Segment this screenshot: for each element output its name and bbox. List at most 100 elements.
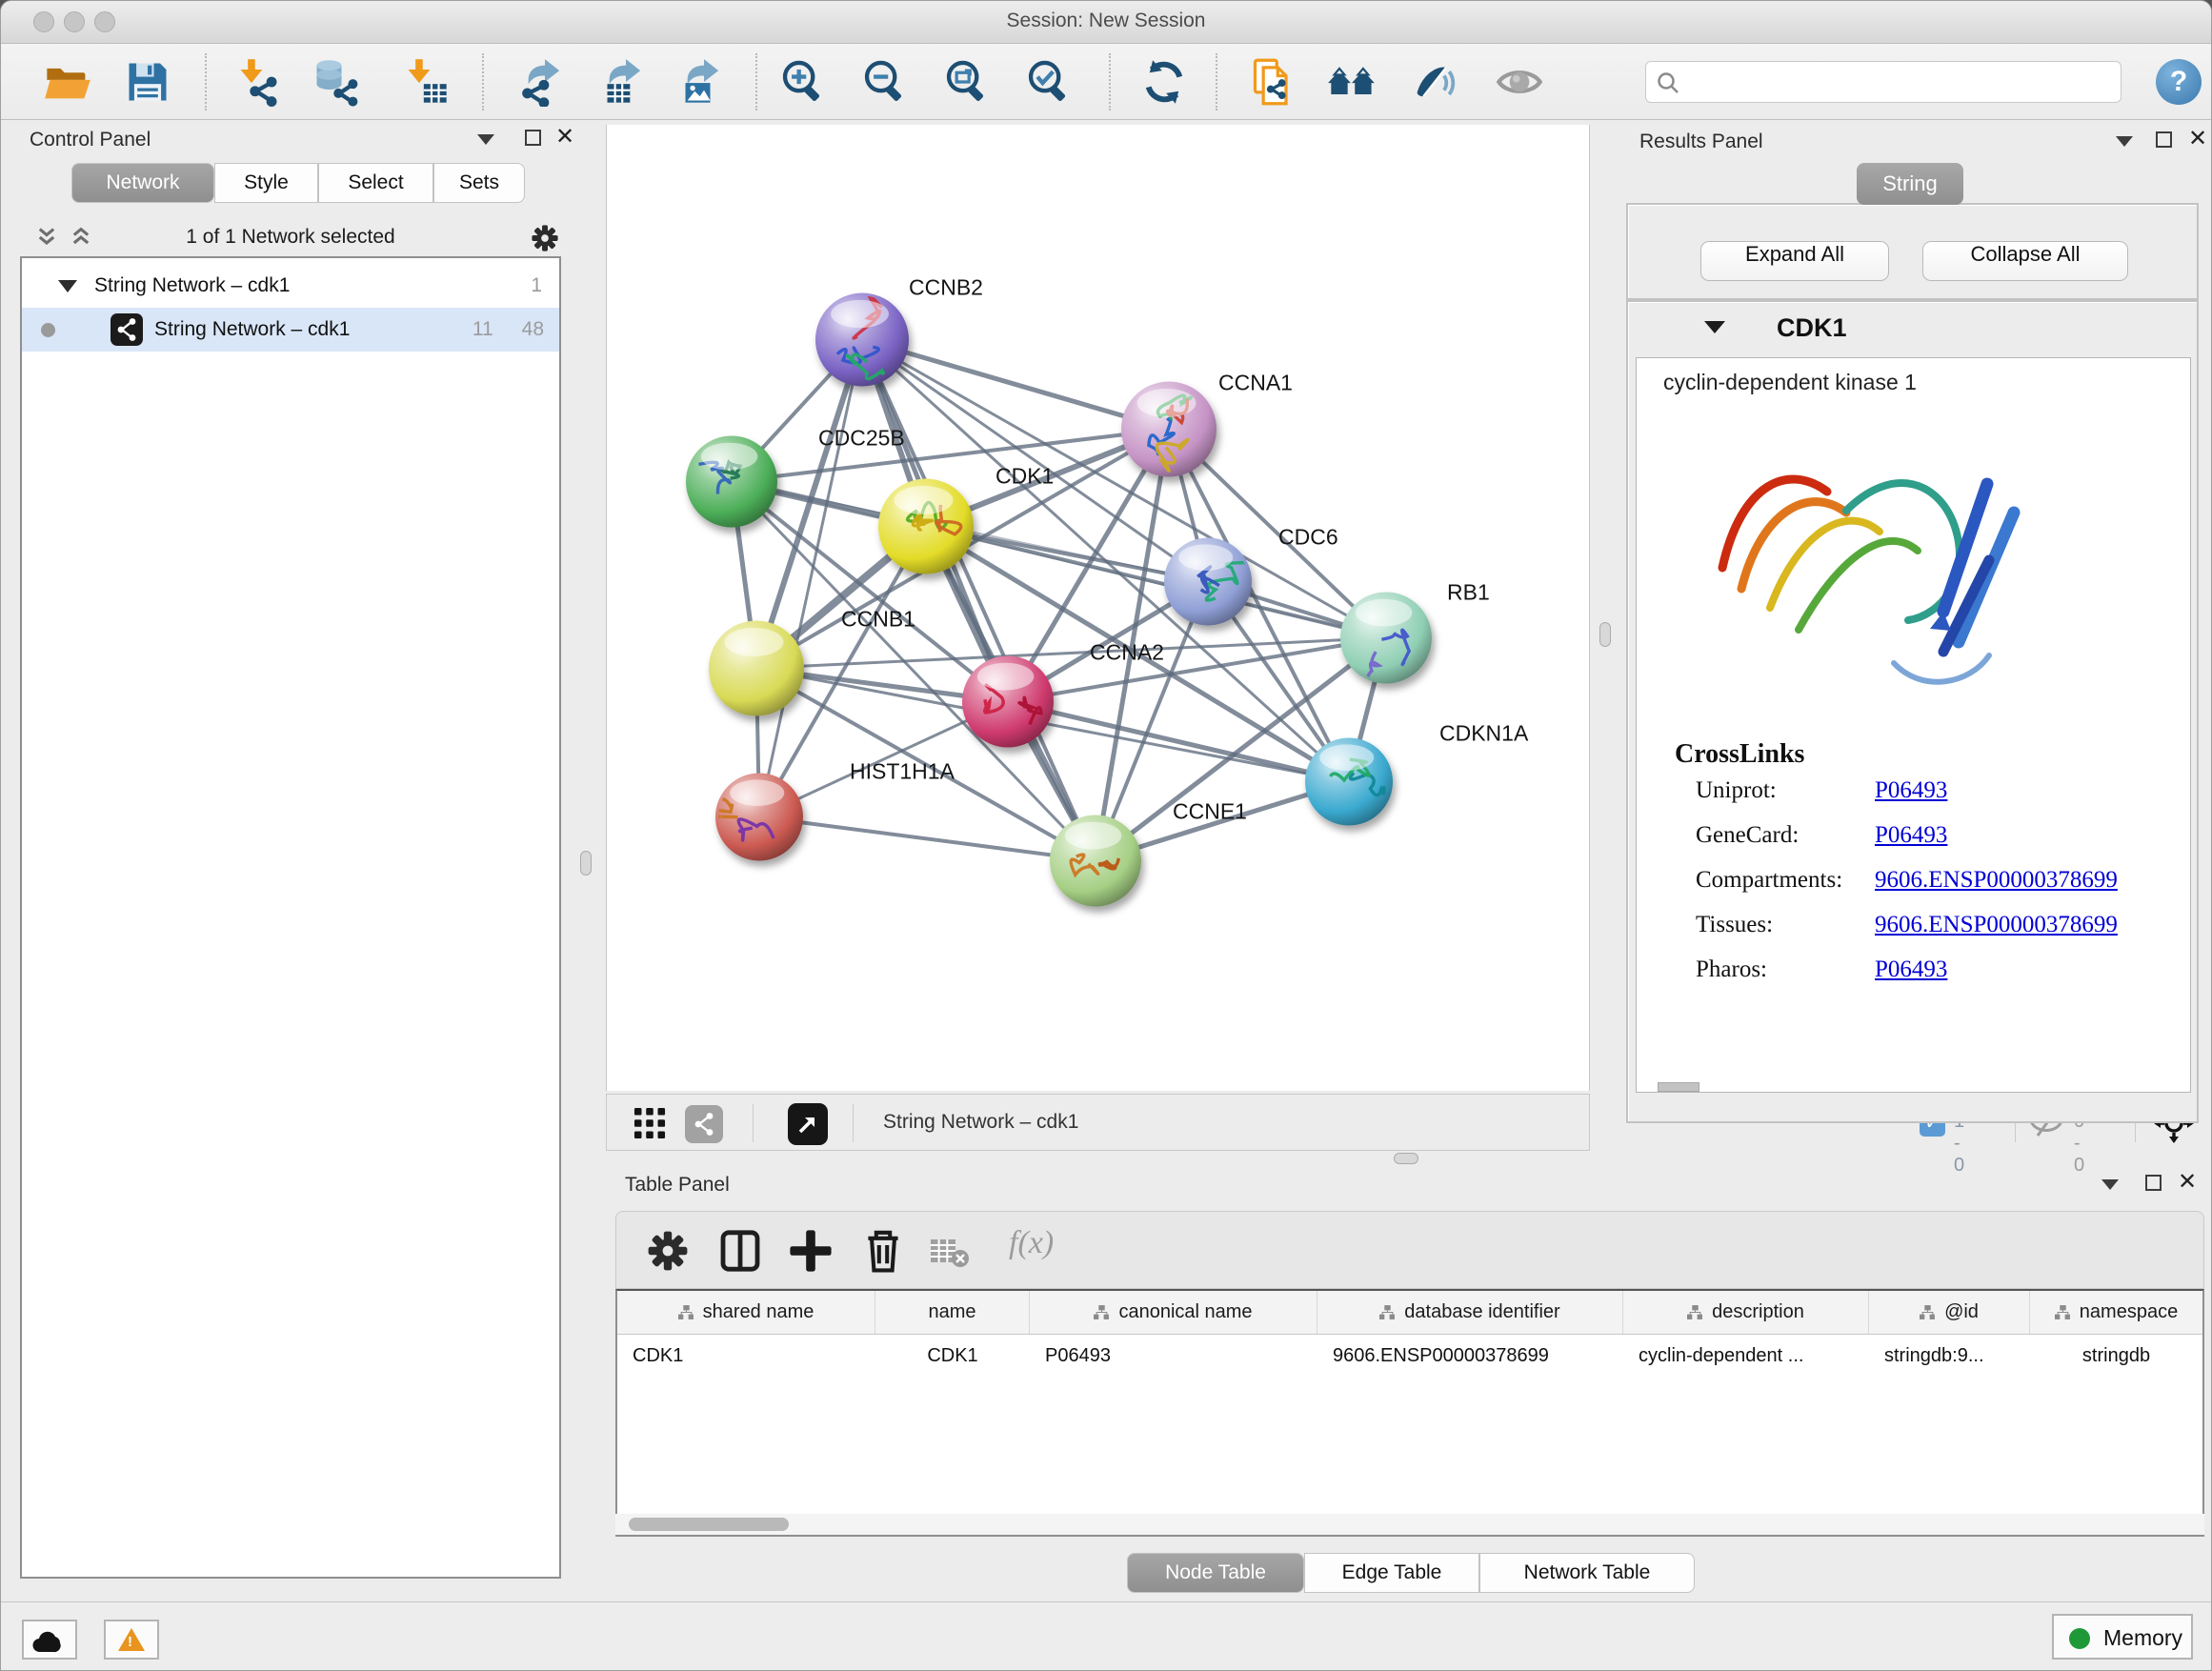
edge-CCNB2-CCNA1[interactable] [862,340,1169,430]
delete-table-icon[interactable] [929,1228,971,1274]
tab-style[interactable]: Style [214,163,318,203]
column-header-database-identifier[interactable]: database identifier [1317,1291,1623,1334]
add-column-icon[interactable] [788,1228,834,1274]
tab-select[interactable]: Select [318,163,433,203]
search-input[interactable] [1688,64,2107,98]
column-header-canonical-name[interactable]: canonical name [1030,1291,1317,1334]
node-CDKN1A[interactable]: CDKN1A [1305,721,1529,826]
import-network-from-database-button[interactable] [311,57,360,107]
collection-collapse-icon[interactable] [58,280,77,292]
open-session-button[interactable] [43,57,92,107]
edge-HIST1H1A-CCNE1[interactable] [759,817,1096,861]
crosslink-link[interactable]: 9606.ENSP00000378699 [1875,912,2118,938]
tab-string-results[interactable]: String [1857,163,1963,205]
card-scrollbar-fragment[interactable] [1658,1082,1699,1092]
import-table-button[interactable] [401,57,451,107]
import-network-button[interactable] [233,57,283,107]
export-network-button[interactable] [520,57,570,107]
export-table-button[interactable] [601,57,651,107]
zoom-fit-button[interactable] [942,57,992,107]
collapse-all-button[interactable]: Collapse All [1922,241,2128,281]
node-CCNA1[interactable]: CCNA1 [1121,371,1293,477]
string-settings-icon[interactable] [685,1105,723,1143]
table-row[interactable]: CDK1 CDK1 P06493 9606.ENSP00000378699 cy… [617,1335,2202,1378]
expand-all-button[interactable]: Expand All [1700,241,1889,281]
edge-CCNA2-CDKN1A[interactable] [1008,702,1349,782]
apply-layout-button[interactable] [1139,57,1189,107]
node-CCNE1[interactable]: CCNE1 [1050,799,1247,907]
crosslink-link[interactable]: 9606.ENSP00000378699 [1875,867,2118,894]
export-image-button[interactable] [679,57,729,107]
tab-node-table[interactable]: Node Table [1127,1553,1304,1593]
birds-eye-grid-icon[interactable] [633,1107,666,1139]
table-panel-menu-icon[interactable] [2101,1179,2119,1190]
network-row[interactable]: String Network – cdk1 11 48 [22,308,559,352]
network-canvas[interactable]: CCNB2CCNA1CDC25BCDK1CDC6RB1CCNB1CCNA2CDK… [606,125,1590,1091]
string-home-button[interactable] [1327,57,1377,107]
open-in-window-icon[interactable] [788,1103,828,1145]
gene-section-header[interactable]: CDK1 [1628,302,2197,355]
show-columns-icon[interactable] [717,1228,763,1274]
function-builder-icon[interactable]: f(x) [1009,1225,1054,1261]
delete-column-icon[interactable] [860,1228,906,1274]
tab-sets[interactable]: Sets [433,163,525,203]
warnings-button[interactable] [104,1620,159,1660]
control-panel-float-icon[interactable] [525,130,541,146]
show-graphics-details-button[interactable] [1495,57,1544,107]
column-header-name[interactable]: name [875,1291,1030,1334]
column-header-description[interactable]: description [1623,1291,1869,1334]
crosslink-link[interactable]: P06493 [1875,822,1947,849]
table-options-gear-icon[interactable] [645,1228,691,1274]
collection-label: String Network – cdk1 [94,274,290,297]
column-label: description [1712,1301,1804,1323]
column-header-id[interactable]: @id [1869,1291,2030,1334]
control-panel-close-icon[interactable]: ✕ [555,129,574,145]
help-button[interactable]: ? [2156,59,2202,105]
crosslink-row: Uniprot:P06493 [1696,777,1777,804]
crosslink-link[interactable]: P06493 [1875,956,1947,983]
crosslinks-title: CrossLinks [1675,739,1804,770]
database-import-icon [311,57,360,107]
node-CDK1[interactable]: CDK1 [878,464,1054,574]
edge-CCNB2-HIST1H1A[interactable] [759,340,862,817]
scrollbar-thumb[interactable] [629,1518,789,1531]
gene-results-box: CDK1 cyclin-dependent kinase 1 [1626,300,2199,1123]
node-CDC6[interactable]: CDC6 [1164,525,1338,626]
cloud-status-button[interactable] [22,1620,77,1660]
node-label-CDK1: CDK1 [995,464,1054,489]
crosslink-link[interactable]: P06493 [1875,777,1947,804]
gene-collapse-icon[interactable] [1704,321,1725,333]
zoom-selected-button[interactable] [1024,57,1074,107]
results-panel-close-icon[interactable]: ✕ [2188,131,2207,147]
results-panel-float-icon[interactable] [2156,131,2172,148]
column-label: database identifier [1404,1301,1559,1323]
table-panel-float-icon[interactable] [2145,1175,2162,1191]
node-HIST1H1A[interactable]: HIST1H1A [714,759,955,861]
zoom-out-button[interactable] [860,57,910,107]
tab-network-table[interactable]: Network Table [1479,1553,1695,1593]
node-RB1[interactable]: RB1 [1340,580,1490,688]
results-panel-menu-icon[interactable] [2116,136,2133,147]
network-collection-row[interactable]: String Network – cdk1 1 [22,264,559,308]
control-panel-menu-icon[interactable] [477,134,494,145]
memory-button[interactable]: Memory [2052,1614,2193,1660]
cell-canonical-name: P06493 [1030,1345,1317,1367]
column-header-shared-name[interactable]: shared name [617,1291,875,1334]
clone-network-button[interactable] [1249,57,1298,107]
bottom-splitter-handle[interactable] [1394,1153,1418,1164]
save-session-button[interactable] [123,57,172,107]
left-splitter-handle[interactable] [580,851,592,876]
zoom-in-button[interactable] [778,57,828,107]
network-view-title: String Network – cdk1 [883,1111,1078,1134]
export-image-icon [679,57,729,107]
network-options-gear-icon[interactable] [529,222,561,254]
search-box [1645,61,2122,103]
export-table-icon [601,57,651,107]
right-splitter-handle[interactable] [1599,622,1611,647]
tab-network[interactable]: Network [71,163,214,203]
column-header-namespace[interactable]: namespace [2030,1291,2202,1334]
tab-edge-table[interactable]: Edge Table [1304,1553,1479,1593]
toggle-glass-effect-button[interactable] [1409,57,1458,107]
network-graph[interactable]: CCNB2CCNA1CDC25BCDK1CDC6RB1CCNB1CCNA2CDK… [607,125,1591,1091]
table-panel-close-icon[interactable]: ✕ [2178,1174,2197,1190]
